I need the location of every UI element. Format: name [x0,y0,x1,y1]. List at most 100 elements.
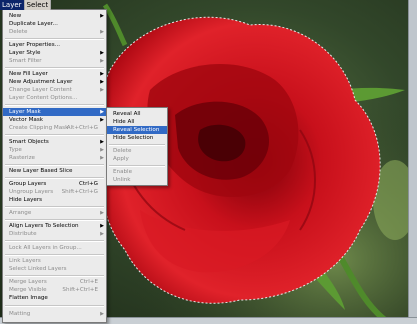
submenu-item-label: Hide Selection [113,135,154,141]
menu-item-label: Link Layers [9,258,41,264]
submenu-item-label: Delete [113,148,132,154]
triangle-right-icon: ▶ [100,71,104,77]
menu-item-merge-layers[interactable]: Merge Layers Ctrl+E [3,278,106,286]
menu-item-label: Layer Content Options... [9,95,78,101]
triangle-right-icon: ▶ [100,147,104,153]
menu-item-layer-properties[interactable]: Layer Properties... [3,41,106,49]
menu-item-new-fill-layer[interactable]: New Fill Layer ▶ [3,70,106,78]
submenu-item-label: Unlink [113,177,131,183]
menu-separator [5,305,104,307]
submenu-item-hide-all[interactable]: Hide All [107,118,167,126]
menu-item-group-layers[interactable]: Group Layers Ctrl+G [3,180,106,188]
menu-item-label: Layer Mask [9,109,41,115]
menu-item-duplicate-layer[interactable]: Duplicate Layer... [3,20,106,28]
submenu-item-label: Enable [113,169,133,175]
menu-item-label: New Fill Layer [9,71,48,77]
scroll-frame-right [408,0,417,324]
menu-separator [5,254,104,256]
submenu-separator [109,144,165,146]
menu-separator [5,164,104,166]
menu-item-new-layer-based-slice[interactable]: New Layer Based Slice [3,167,106,175]
menu-item-hide-layers[interactable]: Hide Layers [3,196,106,204]
menu-item-label: Merge Layers [9,279,47,285]
triangle-right-icon: ▶ [100,109,104,115]
menu-item-label: Flatten Image [9,295,48,301]
menu-separator [5,177,104,179]
submenu-item-reveal-selection[interactable]: Reveal Selection [107,126,167,134]
menu-item-shortcut: Ctrl+E [79,279,98,285]
menu-item-smart-objects[interactable]: Smart Objects ▶ [3,138,106,146]
submenu-item-hide-selection[interactable]: Hide Selection [107,134,167,142]
triangle-right-icon: ▶ [100,79,104,85]
menu-item-rasterize[interactable]: Rasterize ▶ [3,154,106,162]
menu-item-label: Layer Style [9,50,41,56]
menu-item-layer-mask[interactable]: Layer Mask ▶ [3,108,106,116]
triangle-right-icon: ▶ [100,117,104,123]
menu-item-align-layers-to-selection[interactable]: Align Layers To Selection ▶ [3,222,106,230]
menu-item-ungroup-layers[interactable]: Ungroup Layers Shift+Ctrl+G [3,188,106,196]
menu-item-label: New [9,13,22,19]
menu-item-delete[interactable]: Delete ▶ [3,28,106,36]
menubar-select[interactable]: Select [24,0,52,10]
triangle-right-icon: ▶ [100,139,104,145]
menu-separator [5,275,104,277]
submenu-item-reveal-all[interactable]: Reveal All [107,110,167,118]
menu-item-shortcut: Ctrl+G [79,181,98,187]
triangle-right-icon: ▶ [100,50,104,56]
menu-separator [5,240,104,242]
menu-item-lock-all-layers-in-group[interactable]: Lock All Layers in Group... [3,244,106,252]
menu-item-link-layers[interactable]: Link Layers [3,257,106,265]
menu-item-layer-style[interactable]: Layer Style ▶ [3,49,106,57]
menubar-layer[interactable]: Layer [0,0,25,10]
menu-item-label: Arrange [9,210,32,216]
menu-item-label: Rasterize [9,155,35,161]
menu-item-label: Select Linked Layers [9,266,67,272]
submenu-separator [109,165,165,167]
menu-separator [5,67,104,69]
submenu-item-apply[interactable]: Apply [107,155,167,163]
menu-separator [5,134,104,136]
submenu-item-label: Hide All [113,119,135,125]
triangle-right-icon: ▶ [100,13,104,19]
menu-item-label: Lock All Layers in Group... [9,245,82,251]
menu-item-label: Align Layers To Selection [9,223,79,229]
menu-separator [5,219,104,221]
menu-item-change-layer-content[interactable]: Change Layer Content ▶ [3,86,106,94]
menu-item-smart-filter[interactable]: Smart Filter ▶ [3,57,106,65]
submenu-item-label: Reveal All [113,111,141,117]
menu-item-label: Group Layers [9,181,47,187]
menu-item-layer-content-options[interactable]: Layer Content Options... [3,94,106,102]
menu-item-matting[interactable]: Matting ▶ [3,310,106,318]
menu-item-label: New Adjustment Layer [9,79,73,85]
menu-item-label: Smart Filter [9,58,42,64]
layer-menu: New ▶ Duplicate Layer... Delete ▶ Layer Pr… [2,9,107,323]
triangle-right-icon: ▶ [100,155,104,161]
submenu-item-delete[interactable]: Delete [107,147,167,155]
menu-item-merge-visible[interactable]: Merge Visible Shift+Ctrl+E [3,286,106,294]
menu-item-distribute[interactable]: Distribute ▶ [3,230,106,238]
menu-item-label: Delete [9,29,28,35]
menu-item-new[interactable]: New ▶ [3,12,106,20]
menu-item-shortcut: Shift+Ctrl+E [62,287,98,293]
menu-separator [5,206,104,208]
menu-bar: Layer Select [0,0,52,10]
submenu-item-enable[interactable]: Enable [107,168,167,176]
triangle-right-icon: ▶ [100,87,104,93]
menu-item-arrange[interactable]: Arrange ▶ [3,209,106,217]
submenu-item-label: Reveal Selection [113,127,160,133]
layer-mask-submenu: Reveal All Hide All Reveal Selection Hid… [106,107,168,186]
triangle-right-icon: ▶ [100,58,104,64]
submenu-item-unlink[interactable]: Unlink [107,176,167,184]
menu-item-select-linked-layers[interactable]: Select Linked Layers [3,265,106,273]
menu-item-flatten-image[interactable]: Flatten Image [3,294,106,302]
menu-item-create-clipping-mask[interactable]: Create Clipping Mask Alt+Ctrl+G [3,124,106,132]
triangle-right-icon: ▶ [100,231,104,237]
menu-item-vector-mask[interactable]: Vector Mask ▶ [3,116,106,124]
menu-item-label: Hide Layers [9,197,43,203]
menu-item-label: Smart Objects [9,139,49,145]
menu-item-type[interactable]: Type ▶ [3,146,106,154]
menu-separator [5,104,104,106]
menu-item-new-adjustment-layer[interactable]: New Adjustment Layer ▶ [3,78,106,86]
menu-item-label: Create Clipping Mask [9,125,69,131]
menu-separator [5,38,104,40]
